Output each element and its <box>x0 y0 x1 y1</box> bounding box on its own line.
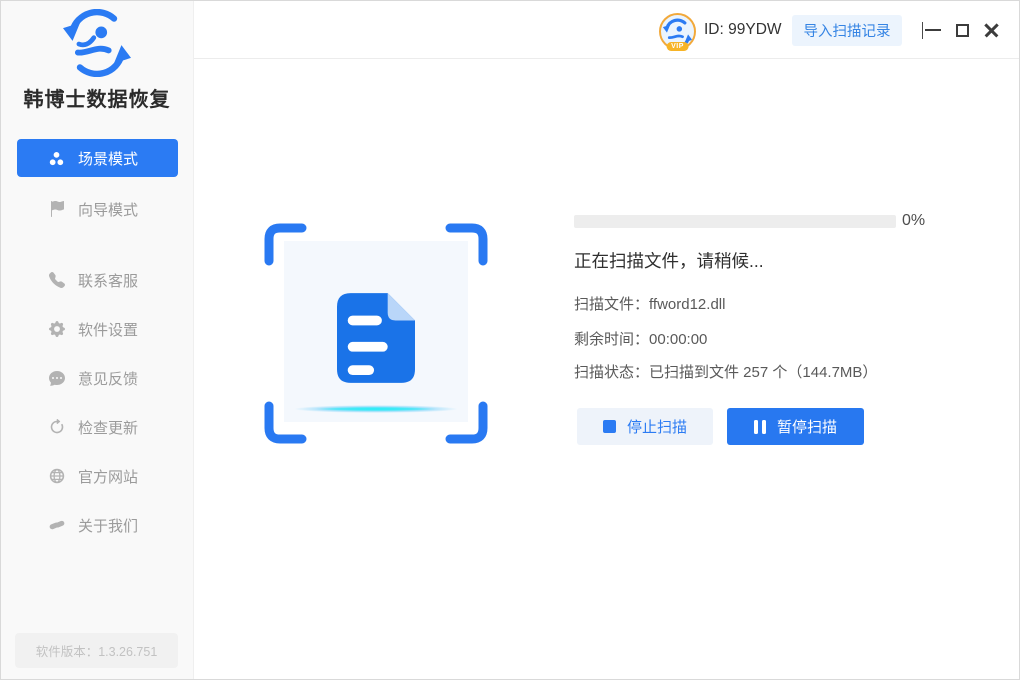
scene-mode-icon <box>48 150 65 167</box>
scan-state-line: 扫描状态：已扫描到文件 257 个（144.7MB） <box>574 361 877 382</box>
remaining-time-line: 剩余时间：00:00:00 <box>574 328 707 349</box>
import-scan-records-button[interactable]: 导入扫描记录 <box>792 15 902 46</box>
scan-animation <box>264 223 488 444</box>
globe-icon <box>48 468 65 485</box>
phone-icon <box>48 272 65 289</box>
user-id: ID: 99YDW <box>704 1 782 59</box>
sidebar-item-wizard-mode[interactable]: 向导模式 <box>17 190 178 228</box>
sidebar-item-scene-mode[interactable]: 场景模式 <box>17 139 178 177</box>
sidebar-item-label: 官方网站 <box>78 466 138 487</box>
sidebar-item-feedback[interactable]: 意见反馈 <box>17 359 178 397</box>
pause-scan-button[interactable]: 暂停扫描 <box>727 408 864 445</box>
scan-state-label: 扫描状态： <box>574 364 649 381</box>
check-update-icon <box>48 419 65 436</box>
sidebar-item-label: 联系客服 <box>78 270 138 291</box>
minimize-button[interactable] <box>920 1 946 59</box>
pause-icon <box>754 420 766 434</box>
maximize-icon <box>956 24 969 37</box>
stop-icon <box>603 420 616 433</box>
stop-scan-button[interactable]: 停止扫描 <box>577 408 713 445</box>
about-us-icon <box>48 517 65 534</box>
gear-icon <box>48 321 65 338</box>
sidebar-item-check-update[interactable]: 检查更新 <box>17 408 178 446</box>
sidebar-item-label: 软件设置 <box>78 319 138 340</box>
sidebar-item-label: 场景模式 <box>78 148 138 169</box>
sidebar-item-settings[interactable]: 软件设置 <box>17 310 178 348</box>
vip-badge: VIP <box>666 42 689 51</box>
sidebar-item-official-website[interactable]: 官方网站 <box>17 457 178 495</box>
close-button[interactable] <box>978 1 1004 59</box>
pause-scan-label: 暂停扫描 <box>777 416 837 437</box>
close-icon <box>983 22 1000 39</box>
remaining-time-value: 00:00:00 <box>649 331 707 348</box>
scan-progress-bar <box>574 215 896 228</box>
sidebar-item-about-us[interactable]: 关于我们 <box>17 506 178 544</box>
minimize-icon <box>925 29 941 32</box>
feedback-icon <box>48 370 65 387</box>
app-title: 韩博士数据恢复 <box>1 83 193 112</box>
sidebar-item-label: 检查更新 <box>78 417 138 438</box>
remaining-time-label: 剩余时间： <box>574 331 649 348</box>
app-version: 软件版本：1.3.26.751 <box>15 633 178 668</box>
scanning-file-label: 扫描文件： <box>574 296 649 313</box>
maximize-button[interactable] <box>949 1 975 59</box>
sidebar-item-label: 关于我们 <box>78 515 138 536</box>
scanning-file-line: 扫描文件：ffword12.dll <box>574 293 725 314</box>
sidebar-item-contact-support[interactable]: 联系客服 <box>17 261 178 299</box>
scan-state-value: 已扫描到文件 257 个（144.7MB） <box>649 364 877 381</box>
wizard-mode-icon <box>48 201 65 218</box>
sidebar-item-label: 意见反馈 <box>78 368 138 389</box>
sidebar-item-label: 向导模式 <box>78 199 138 220</box>
app-window: 韩博士数据恢复 场景模式 向导模式 <box>0 0 1020 680</box>
scanning-file-value: ffword12.dll <box>649 296 725 313</box>
title-bar: VIP ID: 99YDW 导入扫描记录 <box>194 1 1019 59</box>
app-logo-icon <box>58 9 136 82</box>
viewfinder-corners-icon <box>264 223 488 444</box>
scan-status-title: 正在扫描文件，请稍候... <box>574 248 764 273</box>
sidebar: 韩博士数据恢复 场景模式 向导模式 <box>1 1 194 679</box>
vip-avatar[interactable]: VIP <box>659 13 696 50</box>
stop-scan-label: 停止扫描 <box>627 416 687 437</box>
progress-percent: 0% <box>902 212 925 230</box>
